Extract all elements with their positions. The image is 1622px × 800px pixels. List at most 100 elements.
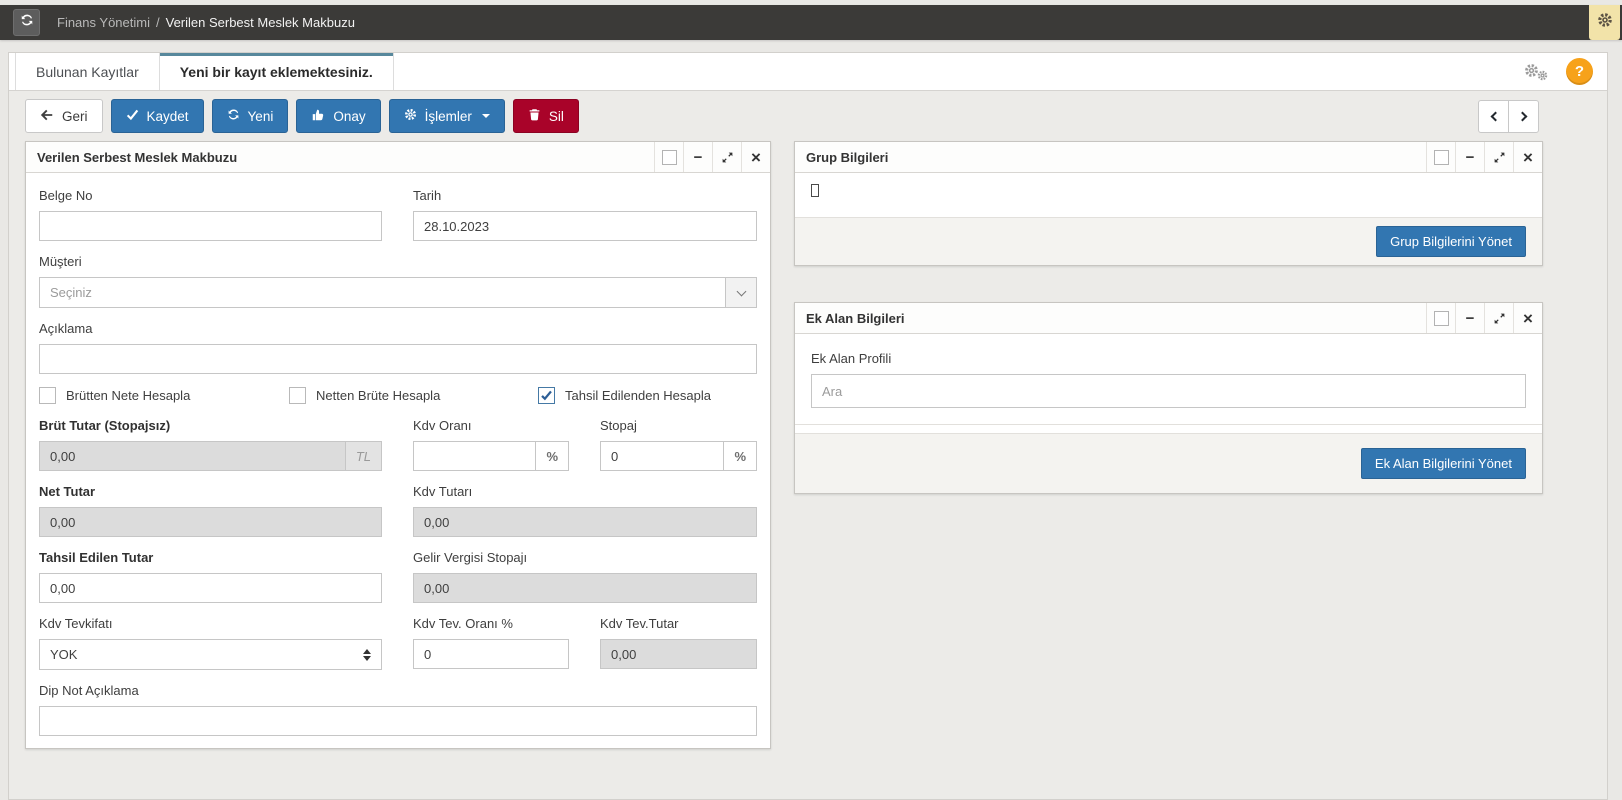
kdv-tevkifati-select[interactable]: YOK xyxy=(39,639,382,670)
sync-icon xyxy=(20,13,34,32)
tab-found-records[interactable]: Bulunan Kayıtlar xyxy=(15,53,160,90)
prev-record-button[interactable] xyxy=(1478,100,1509,133)
close-icon[interactable]: × xyxy=(741,142,770,172)
widget-checkbox[interactable] xyxy=(654,142,683,172)
percent-addon: % xyxy=(723,441,757,471)
tahsil-edilenden-checkbox[interactable]: Tahsil Edilenden Hesapla xyxy=(538,387,757,404)
manage-extra-fields-button[interactable]: Ek Alan Bilgilerini Yönet xyxy=(1361,448,1526,479)
tab-new-record-label: Yeni bir kayıt eklemektesiniz. xyxy=(180,64,373,80)
chevron-left-icon xyxy=(1490,111,1500,121)
stopaj-input[interactable] xyxy=(600,441,723,471)
kdv-orani-label: Kdv Oranı xyxy=(413,411,569,441)
widget-checkbox[interactable] xyxy=(1426,142,1455,172)
refresh-icon xyxy=(227,108,240,124)
main-container: Bulunan Kayıtlar Yeni bir kayıt eklemekt… xyxy=(8,52,1608,800)
kdv-tev-orani-label: Kdv Tev. Oranı % xyxy=(413,609,569,639)
new-button[interactable]: Yeni xyxy=(212,99,289,133)
aciklama-label: Açıklama xyxy=(39,314,757,344)
breadcrumb-parent[interactable]: Finans Yönetimi xyxy=(57,15,150,30)
belge-no-input[interactable] xyxy=(39,211,382,241)
kdv-tev-orani-input[interactable] xyxy=(413,639,569,669)
help-icon[interactable]: ? xyxy=(1566,58,1593,85)
extra-fields-panel: Ek Alan Bilgileri − × Ek Alan Profili xyxy=(794,302,1543,494)
tahsil-edilen-tutar-input[interactable] xyxy=(39,573,382,603)
gelir-vergisi-stopaji-input xyxy=(413,573,757,603)
gear-icon xyxy=(404,108,417,124)
refresh-button[interactable] xyxy=(13,9,40,36)
expand-icon[interactable] xyxy=(1484,142,1513,172)
ek-alan-profili-search-input[interactable] xyxy=(811,374,1526,408)
extra-fields-panel-title: Ek Alan Bilgileri xyxy=(795,311,905,326)
checkbox-label: Tahsil Edilenden Hesapla xyxy=(565,388,711,403)
form-panel-tools: − × xyxy=(654,142,770,172)
expand-icon[interactable] xyxy=(712,142,741,172)
stopaj-label: Stopaj xyxy=(600,411,757,441)
chevron-down-icon[interactable] xyxy=(725,278,756,307)
group-panel-footer: Grup Bilgilerini Yönet xyxy=(795,217,1542,265)
kdv-tutari-label: Kdv Tutarı xyxy=(413,477,757,507)
kdv-tev-tutar-input xyxy=(600,639,757,669)
expand-icon[interactable] xyxy=(1484,303,1513,333)
delete-button-label: Sil xyxy=(549,109,564,124)
divider xyxy=(795,424,1542,433)
save-button[interactable]: Kaydet xyxy=(111,99,204,133)
tab-found-records-label: Bulunan Kayıtlar xyxy=(36,64,139,80)
checkbox-label: Netten Brüte Hesapla xyxy=(316,388,440,403)
approve-button-label: Onay xyxy=(333,109,365,124)
actions-button[interactable]: İşlemler xyxy=(389,99,505,133)
aciklama-input[interactable] xyxy=(39,344,757,374)
netten-brute-checkbox[interactable]: Netten Brüte Hesapla xyxy=(289,387,538,404)
gears-icon[interactable] xyxy=(1524,62,1550,82)
kdv-tev-tutar-label: Kdv Tev.Tutar xyxy=(600,609,757,639)
kdv-tevkifati-select-value: YOK xyxy=(40,640,363,669)
close-icon[interactable]: × xyxy=(1513,142,1542,172)
tab-new-record[interactable]: Yeni bir kayıt eklemektesiniz. xyxy=(160,53,394,90)
kdv-orani-group: % xyxy=(413,441,569,471)
collapse-icon[interactable]: − xyxy=(683,142,712,172)
help-label: ? xyxy=(1575,63,1584,80)
caret-down-icon xyxy=(482,114,490,118)
missing-glyph-icon xyxy=(811,184,819,197)
group-panel-title: Grup Bilgileri xyxy=(795,150,888,165)
ek-alan-profili-label: Ek Alan Profili xyxy=(811,344,1526,374)
record-pager xyxy=(1478,100,1539,133)
calc-mode-checkboxes: Brütten Nete Hesapla Netten Brüte Hesapl… xyxy=(39,387,757,404)
dip-not-input[interactable] xyxy=(39,706,757,736)
trash-icon xyxy=(528,108,541,124)
arrow-left-icon xyxy=(40,108,54,125)
delete-button[interactable]: Sil xyxy=(513,99,579,133)
thumbs-up-icon xyxy=(311,108,325,125)
back-button-label: Geri xyxy=(62,109,88,124)
widget-checkbox[interactable] xyxy=(1426,303,1455,333)
approve-button[interactable]: Onay xyxy=(296,99,380,133)
dip-not-label: Dip Not Açıklama xyxy=(39,676,757,706)
manage-group-info-button[interactable]: Grup Bilgilerini Yönet xyxy=(1376,226,1526,257)
toolbar: Geri Kaydet Yeni xyxy=(25,99,1591,133)
page-content: Geri Kaydet Yeni xyxy=(9,91,1607,799)
checkbox-label: Brütten Nete Hesapla xyxy=(66,388,190,403)
currency-addon: TL xyxy=(345,441,382,471)
close-icon[interactable]: × xyxy=(1513,303,1542,333)
sort-icon xyxy=(363,649,371,661)
form-panel-title: Verilen Serbest Meslek Makbuzu xyxy=(26,150,237,165)
panels-row: Verilen Serbest Meslek Makbuzu − × Belge… xyxy=(25,141,1591,749)
kdv-orani-input[interactable] xyxy=(413,441,535,471)
brut-tutar-group: TL xyxy=(39,441,382,471)
musteri-select[interactable]: Seçiniz xyxy=(39,277,757,308)
group-panel-tools: − × xyxy=(1426,142,1542,172)
collapse-icon[interactable]: − xyxy=(1455,303,1484,333)
top-navbar: Finans Yönetimi / Verilen Serbest Meslek… xyxy=(0,5,1622,40)
new-button-label: Yeni xyxy=(248,109,274,124)
musteri-select-value: Seçiniz xyxy=(40,278,725,307)
back-button[interactable]: Geri xyxy=(25,99,103,133)
group-panel: Grup Bilgileri − × xyxy=(794,141,1543,266)
collapse-icon[interactable]: − xyxy=(1455,142,1484,172)
check-icon xyxy=(126,108,139,124)
extra-fields-panel-body: Ek Alan Profili xyxy=(795,334,1542,424)
group-panel-body xyxy=(795,173,1542,217)
brutten-nete-checkbox[interactable]: Brütten Nete Hesapla xyxy=(39,387,289,404)
settings-button[interactable] xyxy=(1589,5,1620,40)
next-record-button[interactable] xyxy=(1508,100,1539,133)
tarih-input[interactable] xyxy=(413,211,757,241)
tab-bar-actions: ? xyxy=(1524,53,1607,90)
